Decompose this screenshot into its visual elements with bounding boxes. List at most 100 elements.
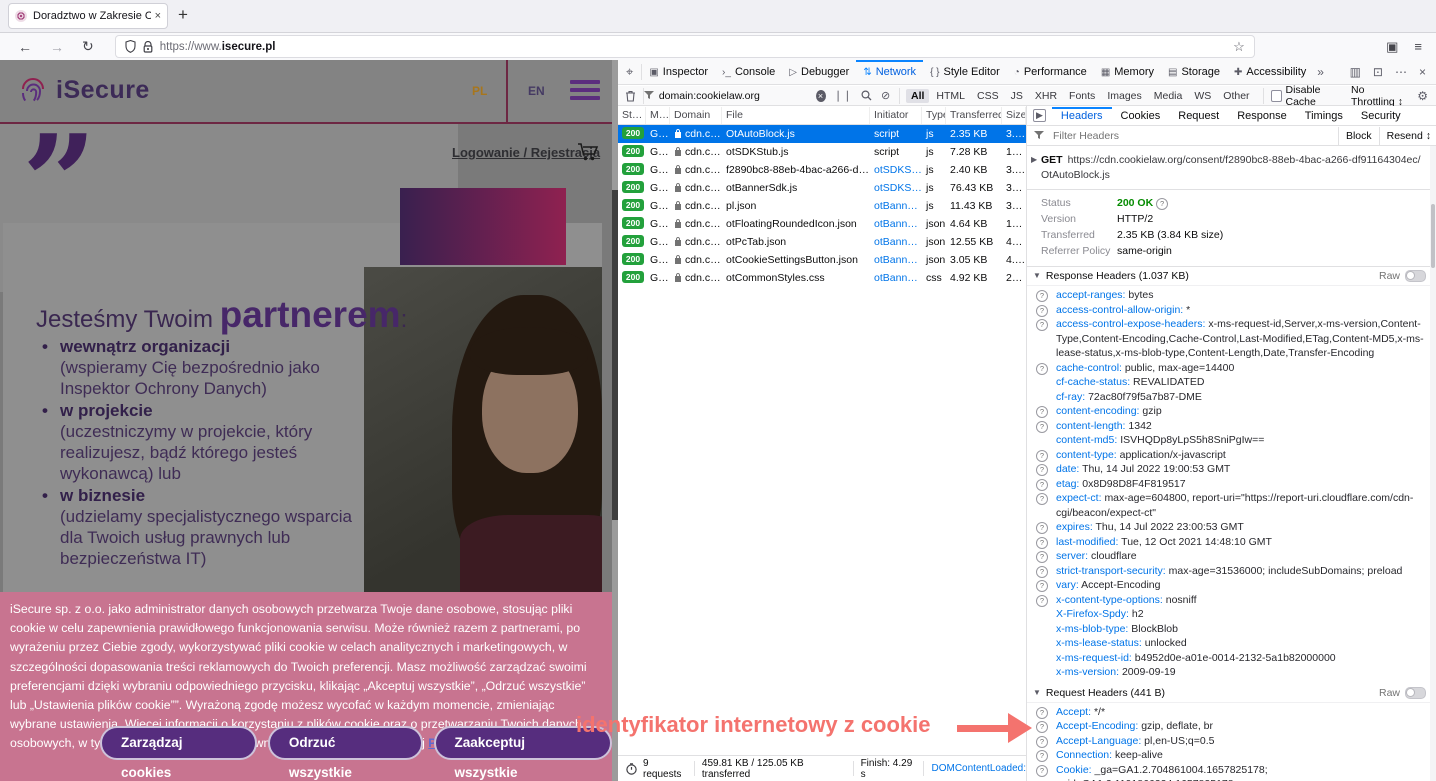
manage-cookies-button[interactable]: Zarządzaj cookies bbox=[100, 726, 257, 760]
bookmark-star-icon[interactable]: ☆ bbox=[1233, 39, 1245, 55]
separate-window-icon[interactable]: ⊡ bbox=[1373, 65, 1383, 79]
header-row[interactable]: ?content-length: 1342 bbox=[1027, 419, 1430, 434]
header-row[interactable]: content-md5: ISVHQDp8yLpS5h8SniPgIw== bbox=[1027, 433, 1430, 448]
header-row[interactable]: ?last-modified: Tue, 12 Oct 2021 14:48:1… bbox=[1027, 535, 1430, 550]
devtools-tab-console[interactable]: ›_Console bbox=[715, 60, 782, 84]
headers-scroll-area[interactable]: ▶ GEThttps://cdn.cookielaw.org/consent/f… bbox=[1027, 146, 1430, 781]
type-filter-other[interactable]: Other bbox=[1218, 89, 1254, 103]
detail-scrollbar-thumb[interactable] bbox=[1431, 204, 1435, 268]
extensions-icon[interactable]: ▣ bbox=[1386, 39, 1398, 55]
header-row[interactable]: ?cache-control: public, max-age=14400 bbox=[1027, 361, 1430, 376]
help-icon[interactable]: ? bbox=[1036, 464, 1048, 476]
column-header[interactable]: St… bbox=[618, 107, 646, 124]
header-row[interactable]: x-ms-request-id: b4952d0e-a01e-0014-2132… bbox=[1027, 651, 1430, 666]
network-settings-gear-icon[interactable]: ⚙ bbox=[1417, 89, 1428, 103]
header-row[interactable]: ?accept-ranges: bytes bbox=[1027, 288, 1430, 303]
header-row[interactable]: x-ms-lease-status: unlocked bbox=[1027, 636, 1430, 651]
initiator-cell[interactable]: otBanner… bbox=[870, 197, 922, 215]
help-icon[interactable]: ? bbox=[1036, 290, 1048, 302]
resend-button[interactable]: Resend ↕ bbox=[1379, 127, 1436, 145]
devtools-tab-memory[interactable]: ▦Memory bbox=[1094, 60, 1161, 84]
type-filter-css[interactable]: CSS bbox=[972, 89, 1004, 103]
header-row[interactable]: ?Accept: */* bbox=[1027, 705, 1430, 720]
network-request-row[interactable]: 200GETcdn.co…pl.jsonotBanner…js11.43 KB3… bbox=[618, 197, 1026, 215]
split-console-icon[interactable]: ▥ bbox=[1350, 65, 1361, 79]
help-icon[interactable]: ? bbox=[1036, 551, 1048, 563]
header-row[interactable]: ?access-control-allow-origin: * bbox=[1027, 303, 1430, 318]
type-filter-ws[interactable]: WS bbox=[1189, 89, 1216, 103]
network-request-row[interactable]: 200GETcdn.co…otCommonStyles.cssotBanner…… bbox=[618, 269, 1026, 287]
help-icon[interactable]: ? bbox=[1036, 765, 1048, 777]
network-filter-input[interactable]: domain:cookielaw.org bbox=[644, 90, 816, 102]
header-row[interactable]: ?content-encoding: gzip bbox=[1027, 404, 1430, 419]
app-menu-icon[interactable]: ≡ bbox=[1414, 39, 1422, 55]
pause-traffic-icon[interactable]: ❘❘ bbox=[834, 89, 852, 102]
detail-tab-headers[interactable]: Headers bbox=[1052, 107, 1112, 125]
clear-filter-icon[interactable]: × bbox=[816, 90, 826, 102]
clear-requests-icon[interactable] bbox=[625, 90, 636, 102]
header-row[interactable]: x-ms-blob-type: BlockBlob bbox=[1027, 622, 1430, 637]
detail-tab-timings[interactable]: Timings bbox=[1296, 107, 1352, 125]
detail-tab-request[interactable]: Request bbox=[1169, 107, 1228, 125]
back-button[interactable]: ← bbox=[18, 39, 32, 55]
search-icon[interactable] bbox=[861, 90, 872, 101]
tracking-shield-icon[interactable] bbox=[125, 40, 136, 53]
request-url-line[interactable]: ▶ GEThttps://cdn.cookielaw.org/consent/f… bbox=[1027, 146, 1430, 190]
header-row[interactable]: ?Connection: keep-alive bbox=[1027, 748, 1430, 763]
header-row[interactable]: ?etag: 0x8D98D8F4F819517 bbox=[1027, 477, 1430, 492]
column-header[interactable]: M… bbox=[646, 107, 670, 124]
type-filter-xhr[interactable]: XHR bbox=[1030, 89, 1062, 103]
header-row[interactable]: x-ms-version: 2009-09-19 bbox=[1027, 665, 1430, 680]
help-icon[interactable]: ? bbox=[1036, 721, 1048, 733]
help-icon[interactable]: ? bbox=[1036, 522, 1048, 534]
type-filter-images[interactable]: Images bbox=[1102, 89, 1146, 103]
detail-tab-cookies[interactable]: Cookies bbox=[1112, 107, 1170, 125]
header-row[interactable]: ?strict-transport-security: max-age=3153… bbox=[1027, 564, 1430, 579]
help-icon[interactable]: ? bbox=[1036, 566, 1048, 578]
tab-close-icon[interactable]: × bbox=[155, 10, 161, 22]
disable-cache-checkbox[interactable]: Disable Cache bbox=[1271, 84, 1341, 108]
type-filter-fonts[interactable]: Fonts bbox=[1064, 89, 1100, 103]
response-headers-section[interactable]: ▼ Response Headers (1.037 KB) Raw bbox=[1027, 267, 1430, 286]
help-icon[interactable]: ? bbox=[1036, 750, 1048, 762]
raw-toggle[interactable] bbox=[1405, 270, 1426, 282]
column-header[interactable]: File bbox=[722, 107, 870, 124]
lock-icon[interactable] bbox=[143, 41, 153, 53]
header-row[interactable]: ?expires: Thu, 14 Jul 2022 23:00:53 GMT bbox=[1027, 520, 1430, 535]
help-icon[interactable]: ? bbox=[1036, 421, 1048, 433]
help-icon[interactable]: ? bbox=[1036, 493, 1048, 505]
filter-headers-input[interactable]: Filter Headers bbox=[1053, 130, 1119, 142]
help-icon[interactable]: ? bbox=[1036, 537, 1048, 549]
header-row[interactable]: ?Accept-Encoding: gzip, deflate, br bbox=[1027, 719, 1430, 734]
header-row[interactable]: ?expect-ct: max-age=604800, report-uri="… bbox=[1027, 491, 1430, 520]
header-row[interactable]: cf-cache-status: REVALIDATED bbox=[1027, 375, 1430, 390]
detail-tab-security[interactable]: Security bbox=[1352, 107, 1410, 125]
header-row[interactable]: ?date: Thu, 14 Jul 2022 19:00:53 GMT bbox=[1027, 462, 1430, 477]
cart-icon[interactable] bbox=[577, 142, 599, 162]
reject-all-button[interactable]: Odrzuć wszystkie bbox=[268, 726, 423, 760]
network-request-row[interactable]: 200GETcdn.co…otPcTab.jsonotBanner…json12… bbox=[618, 233, 1026, 251]
devtools-tab-storage[interactable]: ▤Storage bbox=[1161, 60, 1227, 84]
reload-button[interactable]: ↻ bbox=[82, 38, 94, 55]
network-request-row[interactable]: 200GETcdn.co…otBannerSdk.jsotSDKSt…js76.… bbox=[618, 179, 1026, 197]
network-request-row[interactable]: 200GETcdn.co…f2890bc8-88eb-4bac-a266-df9… bbox=[618, 161, 1026, 179]
forward-button[interactable]: → bbox=[50, 39, 64, 55]
help-icon[interactable]: ? bbox=[1036, 406, 1048, 418]
help-icon[interactable]: ? bbox=[1036, 736, 1048, 748]
header-row[interactable]: ?access-control-expose-headers: x-ms-req… bbox=[1027, 317, 1430, 361]
type-filter-media[interactable]: Media bbox=[1149, 89, 1188, 103]
help-icon[interactable]: ? bbox=[1036, 580, 1048, 592]
column-header[interactable]: Size bbox=[1002, 107, 1026, 124]
network-request-row[interactable]: 200GETcdn.co…otCookieSettingsButton.json… bbox=[618, 251, 1026, 269]
devtools-tab-debugger[interactable]: ▷Debugger bbox=[782, 60, 856, 84]
detail-tab-response[interactable]: Response bbox=[1228, 107, 1296, 125]
header-row[interactable]: ?x-content-type-options: nosniff bbox=[1027, 593, 1430, 608]
twisty-down-icon[interactable]: ▼ bbox=[1033, 684, 1041, 702]
help-icon[interactable]: ? bbox=[1036, 305, 1048, 317]
initiator-cell[interactable]: otBanner… bbox=[870, 251, 922, 269]
help-icon[interactable]: ? bbox=[1156, 198, 1168, 210]
request-headers-section[interactable]: ▼ Request Headers (441 B) Raw bbox=[1027, 684, 1430, 703]
raw-toggle[interactable] bbox=[1405, 687, 1426, 699]
help-icon[interactable]: ? bbox=[1036, 319, 1048, 331]
help-icon[interactable]: ? bbox=[1036, 595, 1048, 607]
